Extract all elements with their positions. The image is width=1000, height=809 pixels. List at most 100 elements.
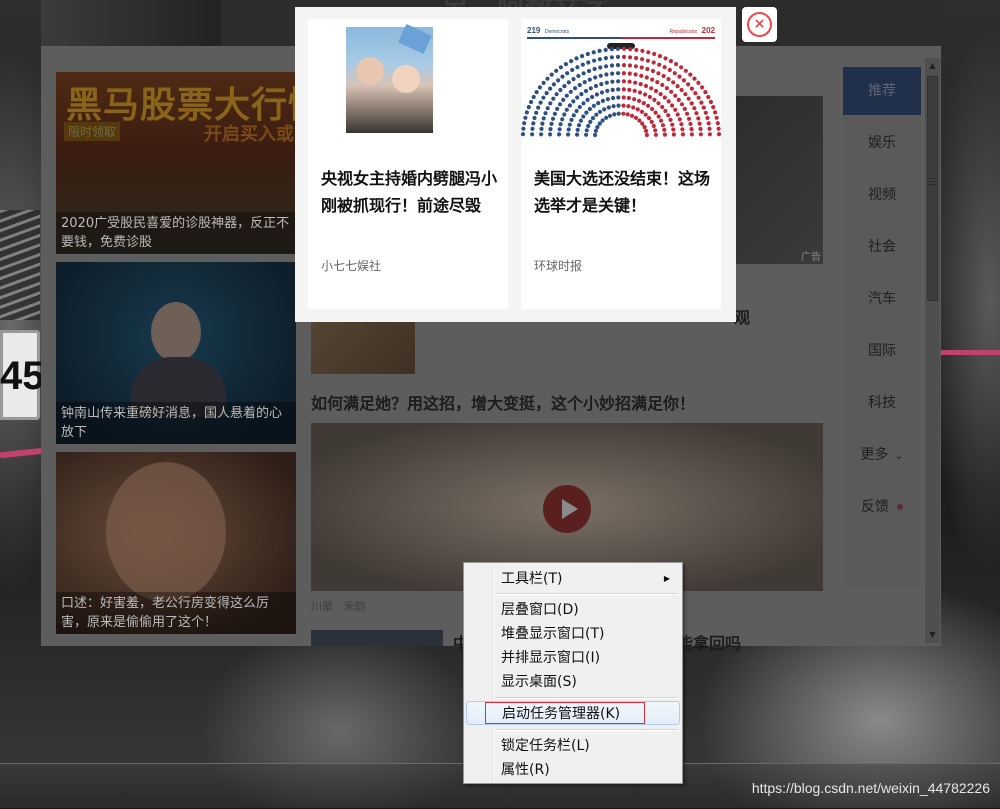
menu-item-cascade[interactable]: 层叠窗口(D) (466, 598, 680, 622)
seat-dot (713, 110, 718, 115)
feed-card-stocks[interactable]: 黑马股票大行情 限时领取 开启买入或 2020广受股民喜爱的诊股神器，反正不要钱… (56, 72, 296, 254)
nav-item-auto[interactable]: 汽车 (843, 275, 921, 323)
seat-dot (539, 126, 544, 131)
nav-item-video[interactable]: 视频 (843, 171, 921, 219)
seat-dot (679, 102, 685, 107)
seat-dot (689, 86, 694, 91)
seat-dot (689, 101, 694, 106)
seat-dot (655, 80, 660, 85)
seat-dot (615, 63, 621, 68)
seat-dot (571, 77, 576, 82)
seat-dot (621, 111, 626, 116)
seat-dot (598, 65, 603, 70)
seat-dot (621, 71, 626, 76)
popup-card-source: 小七七娱社 (321, 259, 382, 273)
menu-item-stack[interactable]: 堆叠显示窗口(T) (466, 622, 680, 646)
menu-item-lock-taskbar[interactable]: 锁定任务栏(L) (466, 734, 680, 758)
menu-item-toolbars[interactable]: 工具栏(T) ▶ (466, 567, 680, 591)
seat-dot (643, 112, 648, 117)
left-label: Democrats (545, 29, 570, 35)
seat-dot (683, 92, 688, 97)
close-button[interactable]: × (742, 7, 777, 42)
nav-item-society[interactable]: 社会 (843, 223, 921, 271)
seat-dot (637, 90, 643, 95)
popup-card[interactable]: 央视女主持婚内劈腿冯小刚被抓现行！前途尽毁 小七七娱社 (308, 19, 508, 309)
menu-item-properties[interactable]: 属性(R) (466, 758, 680, 782)
nav-item-more[interactable]: 更多 ⌄ (843, 431, 921, 479)
seat-dot (652, 51, 657, 57)
feed-card-ad[interactable]: 口述：好害羞，老公行房变得这么厉害，原来是偷偷用了这个！ (56, 452, 296, 634)
feed-item-title[interactable]: 如何满足她？用这招，增大变挺，这个小妙招满足你！ (311, 390, 695, 414)
scroll-down-icon[interactable]: ▼ (925, 629, 940, 641)
seat-dot (631, 105, 636, 110)
nav-item-entertainment[interactable]: 娱乐 (843, 119, 921, 167)
seat-dot (662, 132, 667, 137)
seat-dot (554, 68, 559, 73)
menu-item-side-by-side[interactable]: 并排显示窗口(I) (466, 646, 680, 670)
seat-dot (656, 101, 661, 106)
popup-card-title: 美国大选还没结束！这场选举才是关键！ (534, 169, 711, 215)
seat-dot (626, 104, 631, 109)
seat-dot (634, 56, 639, 61)
popup-ad: 央视女主持婚内劈腿冯小刚被抓现行！前途尽毁 小七七娱社 219 Democrat… (295, 7, 736, 322)
seat-dot (581, 101, 586, 106)
seat-dot (557, 127, 562, 132)
menu-item-task-manager[interactable]: 启动任务管理器(K) (466, 701, 680, 725)
feed-thumbnail[interactable] (311, 630, 443, 646)
play-icon[interactable] (543, 485, 591, 533)
seat-dot (637, 98, 642, 103)
seat-dot (558, 87, 563, 93)
seat-dot (644, 132, 649, 138)
seat-dot (657, 54, 662, 59)
seat-dot (638, 82, 643, 87)
decor-shape (398, 24, 432, 54)
seat-dot (659, 118, 664, 123)
seat-dot (544, 91, 549, 96)
left-bar (527, 37, 621, 39)
menu-item-show-desktop[interactable]: 显示桌面(S) (466, 670, 680, 694)
seat-dot (696, 80, 701, 85)
person-image (356, 57, 384, 85)
popup-card-source: 环球时报 (534, 259, 583, 273)
header-image (41, 0, 221, 46)
seat-dot (680, 127, 685, 132)
seat-dot (587, 77, 592, 82)
nav-item-international[interactable]: 国际 (843, 327, 921, 375)
seat-dot (584, 110, 589, 115)
popup-card[interactable]: 219 Democrats 202 Republicans 美国大选还没结束！这… (521, 19, 721, 309)
seat-dot (653, 110, 658, 115)
notification-dot-icon (897, 504, 903, 510)
seat-dot (529, 99, 534, 105)
seat-dot (633, 64, 638, 69)
seat-dot (633, 80, 638, 85)
seat-dot (606, 105, 611, 110)
scrollbar[interactable]: ▲ ▼ (925, 58, 940, 643)
close-icon: × (753, 16, 766, 32)
seat-dot (650, 68, 656, 74)
seat-dot (677, 117, 682, 122)
seat-dot (692, 76, 697, 81)
nav-item-tech[interactable]: 科技 (843, 379, 921, 427)
seat-dot (671, 132, 676, 137)
scroll-up-icon[interactable]: ▲ (925, 60, 940, 72)
seat-dot (666, 99, 671, 104)
seat-dot (597, 109, 603, 114)
seat-dot (607, 113, 613, 118)
seat-dot (699, 100, 704, 105)
nav-item-feedback[interactable]: 反馈 (843, 483, 921, 531)
seat-dot (556, 78, 561, 83)
seat-dot (628, 47, 633, 52)
seat-dot (683, 68, 688, 73)
feed-card-news[interactable]: 钟南山传来重磅好消息，国人悬着的心放下 (56, 262, 296, 444)
seat-dot (697, 121, 702, 126)
scrollbar-thumb[interactable] (927, 76, 938, 301)
seat-dot (701, 105, 706, 110)
person-image (392, 65, 420, 93)
feed-item-title[interactable]: 观 (734, 304, 750, 328)
seat-dot (564, 107, 569, 112)
seat-dot (615, 46, 620, 51)
seat-dot (610, 71, 615, 76)
seat-dot (632, 88, 637, 93)
nav-item-recommend[interactable]: 推荐 (843, 67, 921, 115)
seat-dot (603, 56, 608, 61)
